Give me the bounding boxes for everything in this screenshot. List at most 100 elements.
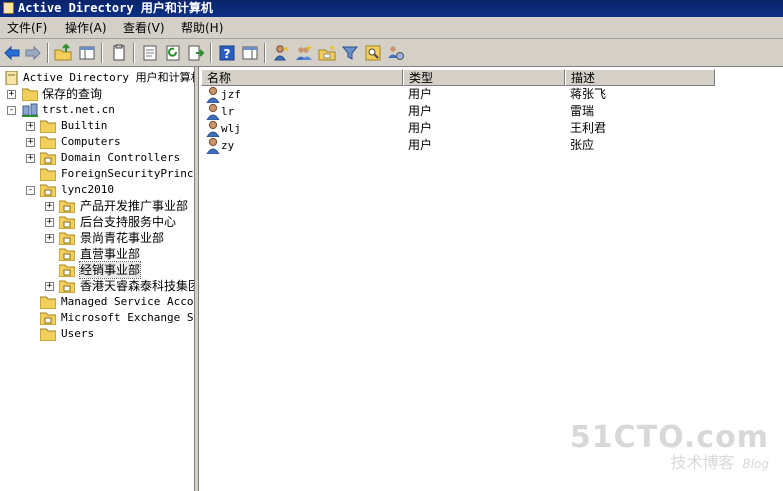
- ou-folder-icon: [59, 247, 75, 261]
- expand-toggle[interactable]: +: [26, 122, 35, 131]
- new-group-icon[interactable]: [295, 44, 313, 62]
- collapse-toggle[interactable]: -: [26, 186, 35, 195]
- menu-action[interactable]: 操作(A): [65, 20, 107, 36]
- user-icon: [205, 137, 221, 154]
- tree-node-label: Managed Service Accour: [61, 295, 194, 308]
- tree-node-label: ForeignSecurityPrincip: [61, 167, 194, 180]
- tree-node-saved-queries[interactable]: + 保存的查询: [0, 86, 194, 102]
- tree-node-domain[interactable]: - trst.net.cn: [0, 102, 194, 118]
- collapse-toggle[interactable]: -: [7, 106, 16, 115]
- tree-node-label: 香港天睿森泰科技集团: [80, 279, 194, 293]
- action-pane-icon[interactable]: [241, 44, 259, 62]
- up-folder-icon[interactable]: [54, 44, 72, 62]
- show-tree-icon[interactable]: [78, 44, 96, 62]
- tree-node-ou[interactable]: + 后台支持服务中心: [0, 214, 194, 230]
- tree-node-users[interactable]: Users: [0, 326, 194, 342]
- expand-toggle[interactable]: +: [45, 218, 54, 227]
- ad-app-icon: [3, 2, 14, 14]
- tree-node-ou[interactable]: + 产品开发推广事业部: [0, 198, 194, 214]
- refresh-icon[interactable]: [164, 44, 182, 62]
- tree-node-domain-controllers[interactable]: + Domain Controllers: [0, 150, 194, 166]
- tree-root-node[interactable]: Active Directory 用户和计算机: [0, 70, 194, 86]
- tree-node-ou[interactable]: + 香港天睿森泰科技集团: [0, 278, 194, 294]
- tree-node-ou-selected[interactable]: 经销事业部: [0, 261, 194, 279]
- ou-folder-icon: [40, 183, 56, 197]
- ou-folder-icon: [59, 199, 75, 213]
- table-row[interactable]: jzf 用户 蒋张飞: [199, 86, 783, 103]
- tree-node-microsoft-exchange[interactable]: Microsoft Exchange Sec: [0, 310, 194, 326]
- toolbar-separator: [47, 43, 49, 63]
- cell-description: 王利君: [570, 121, 607, 135]
- add-to-group-icon[interactable]: [387, 44, 405, 62]
- toolbar-separator: [264, 43, 266, 63]
- user-icon: [205, 86, 221, 103]
- new-ou-icon[interactable]: [318, 44, 336, 62]
- toolbar-separator: [101, 43, 103, 63]
- menu-file[interactable]: 文件(F): [7, 20, 47, 36]
- table-row[interactable]: wlj 用户 王利君: [199, 120, 783, 137]
- toolbar-separator: [133, 43, 135, 63]
- toolbar-separator: [210, 43, 212, 63]
- back-arrow-icon[interactable]: [3, 44, 21, 62]
- ou-folder-icon: [59, 279, 75, 293]
- watermark-main: 51CTO.com: [569, 420, 769, 455]
- cell-type: 用户: [408, 87, 433, 101]
- cell-description: 蒋张飞: [570, 87, 607, 101]
- expand-toggle[interactable]: +: [26, 154, 35, 163]
- tree-node-label: lync2010: [61, 183, 114, 196]
- folder-icon: [40, 327, 56, 341]
- tree-node-label: 直营事业部: [80, 247, 141, 261]
- table-row[interactable]: zy 用户 张应: [199, 137, 783, 154]
- tree-node-label: 景尚青花事业部: [80, 231, 165, 245]
- tree-node-foreign-security[interactable]: ForeignSecurityPrincip: [0, 166, 194, 182]
- cell-type: 用户: [408, 138, 433, 152]
- expand-toggle[interactable]: +: [45, 202, 54, 211]
- user-icon: [205, 103, 221, 120]
- tree-node-lync2010[interactable]: - lync2010: [0, 182, 194, 198]
- expand-toggle[interactable]: +: [45, 234, 54, 243]
- cell-name: lr: [221, 105, 235, 118]
- folder-icon: [40, 295, 56, 309]
- cell-type: 用户: [408, 121, 433, 135]
- tree-node-label: 产品开发推广事业部: [80, 199, 189, 213]
- console-root-icon: [4, 71, 20, 85]
- expand-toggle[interactable]: +: [7, 90, 16, 99]
- tree-node-ou[interactable]: 直营事业部: [0, 246, 194, 262]
- window-title: Active Directory 用户和计算机: [18, 1, 213, 15]
- menu-help[interactable]: 帮助(H): [181, 20, 223, 36]
- properties-icon[interactable]: [141, 44, 159, 62]
- find-icon[interactable]: [364, 44, 382, 62]
- folder-icon: [22, 87, 38, 101]
- folder-icon: [40, 167, 56, 181]
- tree-node-builtin[interactable]: + Builtin: [0, 118, 194, 134]
- copy-icon[interactable]: [110, 44, 128, 62]
- help-icon[interactable]: ?: [218, 44, 236, 62]
- tree-node-label: 后台支持服务中心: [80, 215, 177, 229]
- watermark-blog: Blog: [742, 457, 769, 471]
- expand-toggle[interactable]: +: [45, 282, 54, 291]
- column-header-description[interactable]: 描述: [565, 69, 715, 86]
- column-header-type[interactable]: 类型: [403, 69, 565, 86]
- ou-folder-icon: [40, 151, 56, 165]
- tree-node-label: Users: [61, 327, 95, 340]
- menu-bar: 文件(F) 操作(A) 查看(V) 帮助(H): [0, 17, 783, 39]
- svg-text:?: ?: [224, 47, 231, 61]
- tree-node-label: trst.net.cn: [42, 103, 115, 116]
- cell-name: zy: [221, 139, 235, 152]
- column-header-name[interactable]: 名称: [201, 69, 403, 86]
- toolbar: ?: [0, 39, 783, 67]
- new-user-icon[interactable]: [272, 44, 290, 62]
- tree-node-label: Builtin: [61, 119, 108, 132]
- tree-node-ou[interactable]: + 景尚青花事业部: [0, 230, 194, 246]
- cell-type: 用户: [408, 104, 433, 118]
- menu-view[interactable]: 查看(V): [123, 20, 165, 36]
- export-list-icon[interactable]: [187, 44, 205, 62]
- table-row[interactable]: lr 用户 雷瑞: [199, 103, 783, 120]
- tree-node-computers[interactable]: + Computers: [0, 134, 194, 150]
- filter-icon[interactable]: [341, 44, 359, 62]
- forward-arrow-icon[interactable]: [24, 44, 42, 62]
- domain-icon: [22, 103, 38, 117]
- cell-description: 雷瑞: [570, 104, 595, 118]
- expand-toggle[interactable]: +: [26, 138, 35, 147]
- tree-node-managed-service[interactable]: Managed Service Accour: [0, 294, 194, 310]
